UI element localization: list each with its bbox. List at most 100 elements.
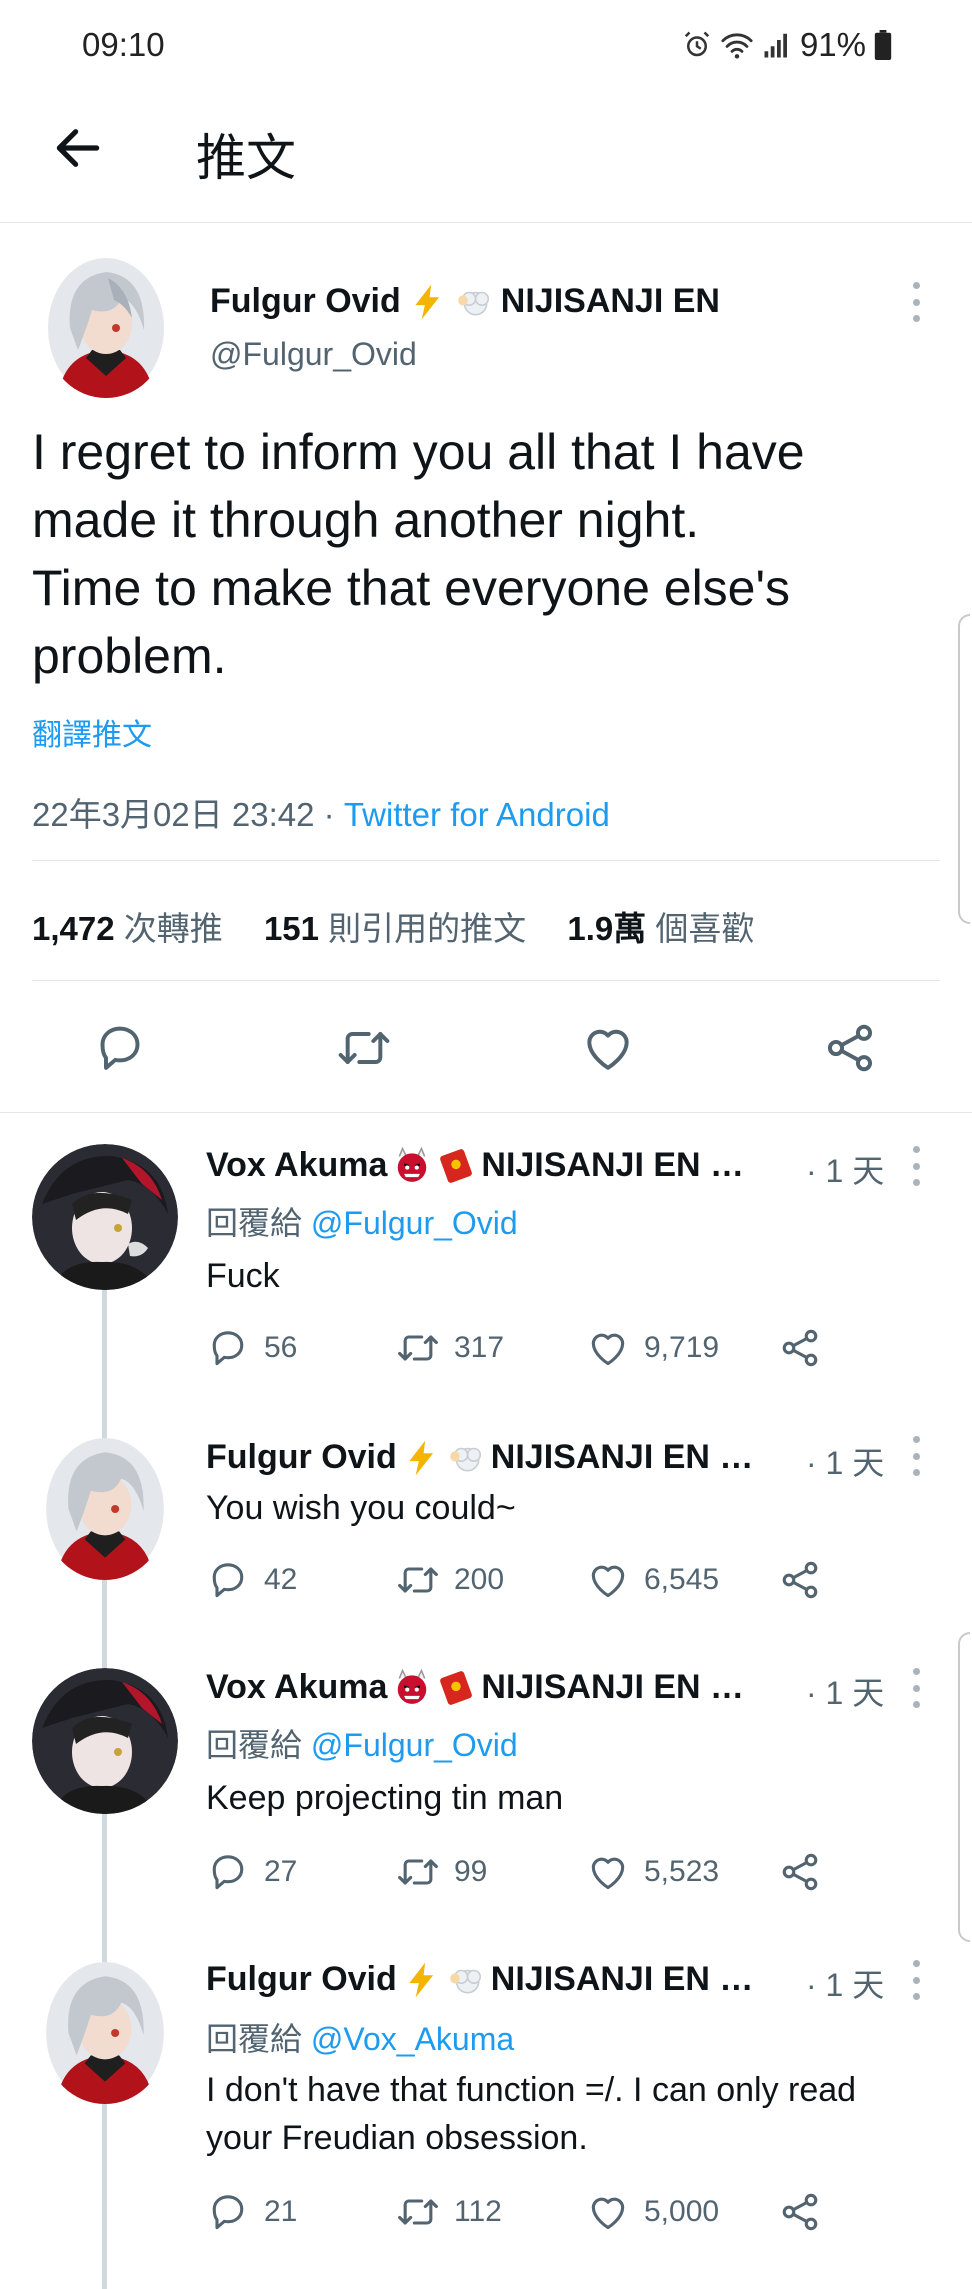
reply-to-handle[interactable]: @Fulgur_Ovid — [311, 1727, 518, 1763]
like-button[interactable]: 6,545 — [586, 1558, 719, 1602]
retweet-count: 317 — [454, 1331, 505, 1364]
like-count: 9,719 — [644, 1331, 720, 1364]
reply-time[interactable]: · 1 天 — [806, 1960, 884, 2006]
meta-separator: · — [314, 796, 344, 833]
author-handle[interactable]: @Fulgur_Ovid — [210, 336, 417, 373]
arrow-left-icon[interactable] — [50, 120, 106, 176]
status-icons: 91% — [682, 26, 892, 64]
lightning-icon — [403, 1961, 441, 1999]
author-name[interactable]: Fulgur Ovid NIJISANJI EN — [210, 282, 720, 321]
scrollbar-handle[interactable] — [958, 614, 970, 924]
share-button[interactable] — [778, 1558, 822, 1602]
reply-time[interactable]: · 1 天 — [806, 1668, 884, 1714]
reply-count: 56 — [264, 1331, 298, 1364]
reply-time[interactable]: · 1 天 — [806, 1146, 884, 1192]
more-vertical-icon[interactable] — [908, 1146, 924, 1186]
timestamp: 22年3月02日 23:42 — [32, 796, 315, 833]
reply-author-name: Fulgur Ovid — [206, 1438, 397, 1476]
reply-actions: 56 317 9,719 — [206, 1326, 906, 1376]
tweet-line: made it through another night. — [32, 492, 700, 548]
like-button[interactable]: 5,523 — [586, 1850, 719, 1894]
thread-line — [102, 1580, 107, 1670]
reply-icon — [206, 1850, 250, 1894]
reply-icon[interactable] — [92, 1020, 148, 1076]
reply-author[interactable]: Vox Akuma NIJISANJI EN … — [206, 1146, 744, 1185]
share-button[interactable] — [778, 1850, 822, 1894]
more-vertical-icon[interactable] — [908, 1960, 924, 2000]
reply-button[interactable]: 21 — [206, 2190, 297, 2234]
wifi-icon — [721, 33, 753, 59]
reply-author[interactable]: Fulgur Ovid NIJISANJI EN … — [206, 1960, 753, 1999]
heart-icon — [586, 2190, 630, 2234]
reply-actions: 27 99 5,523 — [206, 1850, 906, 1900]
status-time: 09:10 — [82, 26, 165, 63]
translate-link[interactable]: 翻譯推文 — [32, 710, 152, 754]
reply-actions: 42 200 6,545 — [206, 1558, 906, 1608]
reply-author[interactable]: Fulgur Ovid NIJISANJI EN … — [206, 1438, 753, 1477]
red-envelope-icon — [437, 1669, 475, 1707]
share-icon — [778, 1326, 822, 1370]
reply-to: 回覆給 @Fulgur_Ovid — [206, 1727, 518, 1763]
like-button[interactable]: 9,719 — [586, 1326, 719, 1370]
avatar[interactable] — [32, 1668, 178, 1814]
quote-count[interactable]: 151 則引用的推文 — [264, 910, 526, 947]
oni-mask-icon — [393, 1669, 431, 1707]
retweet-count: 112 — [454, 2195, 502, 2228]
tweet-stats: 1,472 次轉推 151 則引用的推文 1.9萬 個喜歡 — [32, 902, 786, 950]
thread-line — [102, 1290, 107, 1450]
like-count: 5,000 — [644, 2195, 720, 2228]
retweet-count: 99 — [454, 1855, 488, 1888]
retweet-button[interactable]: 200 — [396, 1558, 504, 1602]
like-count: 5,523 — [644, 1855, 720, 1888]
retweet-icon[interactable] — [336, 1020, 392, 1076]
reply-author-org: NIJISANJI EN … — [481, 1146, 745, 1184]
more-vertical-icon[interactable] — [908, 1436, 924, 1476]
share-icon — [778, 2190, 822, 2234]
header-divider — [0, 222, 972, 223]
share-icon[interactable] — [822, 1020, 878, 1076]
like-button[interactable]: 5,000 — [586, 2190, 719, 2234]
reply-button[interactable]: 42 — [206, 1558, 297, 1602]
sheep-icon — [455, 283, 493, 321]
more-vertical-icon[interactable] — [908, 1668, 924, 1708]
retweet-icon — [396, 1850, 440, 1894]
reply-author[interactable]: Vox Akuma NIJISANJI EN … — [206, 1668, 744, 1707]
reply-time[interactable]: · 1 天 — [806, 1438, 884, 1484]
oni-mask-icon — [393, 1147, 431, 1185]
reply-author-name: Fulgur Ovid — [206, 1960, 397, 1998]
avatar[interactable] — [32, 1144, 178, 1290]
share-button[interactable] — [778, 1326, 822, 1370]
reply-count: 21 — [264, 2195, 298, 2228]
reply-icon — [206, 2190, 250, 2234]
retweet-button[interactable]: 99 — [396, 1850, 487, 1894]
reply-to-handle[interactable]: @Fulgur_Ovid — [311, 1205, 518, 1241]
reply-button[interactable]: 56 — [206, 1326, 297, 1370]
reply-to: 回覆給 @Vox_Akuma — [206, 2021, 515, 2057]
lightning-icon — [409, 283, 447, 321]
reply-author-org: NIJISANJI EN … — [490, 1960, 754, 1998]
sheep-icon — [447, 1439, 485, 1477]
avatar[interactable] — [46, 1438, 164, 1580]
scrollbar-handle[interactable] — [958, 1632, 970, 1942]
retweet-button[interactable]: 317 — [396, 1326, 504, 1370]
reply-author-org: NIJISANJI EN … — [490, 1438, 754, 1476]
divider — [0, 1112, 972, 1113]
avatar[interactable] — [46, 1962, 164, 2104]
author-org: NIJISANJI EN — [500, 282, 720, 320]
retweet-count[interactable]: 1,472 次轉推 — [32, 910, 223, 947]
heart-icon[interactable] — [580, 1020, 636, 1076]
share-icon — [778, 1558, 822, 1602]
reply-count: 42 — [264, 1563, 298, 1596]
reply-to-handle[interactable]: @Vox_Akuma — [311, 2021, 514, 2057]
reply-button[interactable]: 27 — [206, 1850, 297, 1894]
reply-icon — [206, 1326, 250, 1370]
avatar[interactable] — [48, 258, 164, 398]
retweet-count: 200 — [454, 1563, 505, 1596]
retweet-button[interactable]: 112 — [396, 2190, 502, 2234]
source-link[interactable]: Twitter for Android — [344, 796, 610, 833]
more-vertical-icon[interactable] — [908, 282, 924, 322]
reply-text: You wish you could~ — [206, 1489, 516, 1527]
reply-author-name: Vox Akuma — [206, 1668, 388, 1706]
like-count[interactable]: 1.9萬 個喜歡 — [567, 910, 754, 947]
share-button[interactable] — [778, 2190, 822, 2234]
